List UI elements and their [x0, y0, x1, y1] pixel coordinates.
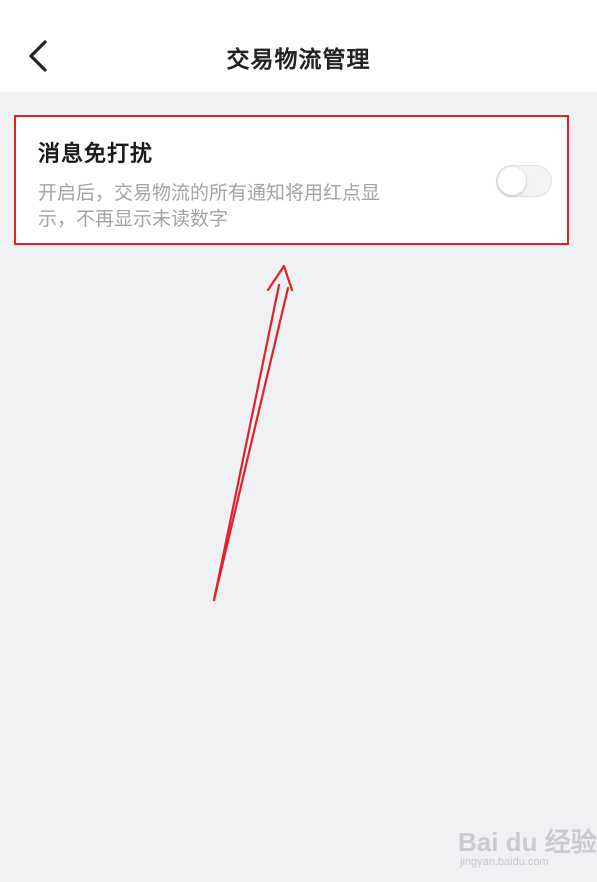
setting-title: 消息免打扰: [38, 142, 154, 167]
page-title: 交易物流管理: [226, 47, 371, 73]
top-navigation-bar: 交易物流管理: [0, 0, 597, 92]
watermark-brand: Bai du 经验: [458, 827, 597, 857]
toggle-knob: [498, 167, 526, 195]
watermark-url: jingyan.baidu.com: [460, 856, 549, 868]
setting-description-line-1: 开启后，交易物流的所有通知将用红点显: [38, 182, 381, 204]
do-not-disturb-toggle[interactable]: [496, 165, 552, 197]
do-not-disturb-setting-card: 消息免打扰 开启后，交易物流的所有通知将用红点显 示，不再显示未读数字: [16, 116, 566, 243]
baidu-jingyan-watermark: Bai du 经验 jingyan.baidu.com: [458, 818, 597, 878]
setting-description: 开启后，交易物流的所有通知将用红点显 示，不再显示未读数字: [38, 180, 458, 232]
setting-description-line-2: 示，不再显示未读数字: [38, 208, 229, 230]
